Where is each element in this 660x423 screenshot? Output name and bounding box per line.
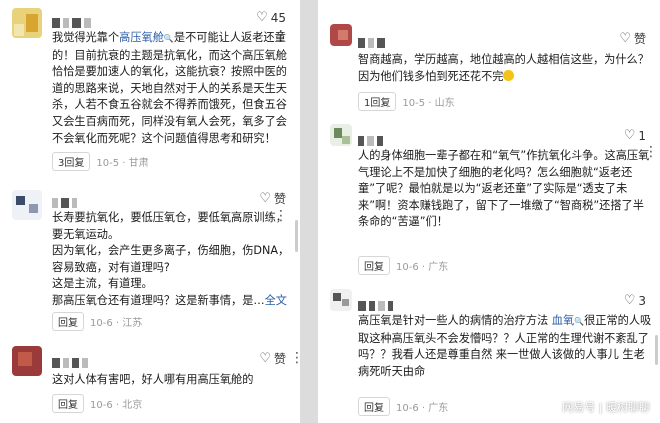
- watermark-text: 网易号 | 暖树聊聊: [562, 401, 650, 414]
- comment-item: ♡ 赞 智商越高，学历越高，地位越高的人越相信这些，为什么？因为他们钱多怕到死还花…: [318, 0, 660, 111]
- heart-icon: ♡: [256, 10, 268, 25]
- comment-text: 人的身体细胞一辈子都在和“氧气”作抗氧化斗争。这高压氧气理论上不是加快了细胞的老…: [358, 149, 650, 229]
- username-blurred[interactable]: [52, 12, 94, 28]
- comment-text: 这对人体有害吧，好人哪有用高压氧舱的: [52, 373, 254, 386]
- scrollbar[interactable]: [295, 220, 298, 252]
- avatar[interactable]: [12, 8, 42, 38]
- avatar[interactable]: [330, 24, 352, 46]
- avatar[interactable]: [330, 124, 352, 146]
- comment-meta: 回复 10-6 · 广东: [358, 397, 448, 416]
- comment-meta: 回复 10-6 · 江苏: [52, 312, 142, 331]
- time-location: 10-6 · 广东: [396, 403, 449, 414]
- comment-text: 智商越高，学历越高，地位越高的人越相信这些，为什么？因为他们钱多怕到死还花不完: [358, 52, 652, 85]
- more-dots-icon[interactable]: ⋮: [290, 350, 300, 366]
- keyword-link[interactable]: 高压氧舱: [119, 31, 164, 44]
- like-button[interactable]: ♡ 1: [624, 128, 646, 143]
- time-location: 10-6 · 广东: [396, 262, 449, 273]
- avatar[interactable]: [12, 190, 42, 220]
- comment-item: ♡ 1 ⋮ 人的身体细胞一辈子都在和“氧气”作抗氧化斗争。这高压氧气理论上不是加快…: [318, 120, 660, 280]
- like-button[interactable]: ♡ 3: [624, 293, 646, 308]
- comment-meta: 1回复 10-5 · 山东: [358, 92, 455, 111]
- time-location: 10-5 · 山东: [402, 98, 455, 109]
- comment-text: 高压氧是针对一些人的病情的治疗方法 血氧🔍很正常的人吸取这种高压氧头不会发懵吗？…: [358, 313, 652, 380]
- avatar[interactable]: [12, 346, 42, 376]
- username-blurred[interactable]: [52, 192, 80, 208]
- comment-text-part: 是不可能让人返老还童的！目前抗衰的主题是抗氧化，而这个高压氧舱恰恰是要加速人的氧…: [52, 31, 287, 145]
- comment-meta: 3回复 10-5 · 甘肃: [52, 152, 149, 171]
- heart-icon: ♡: [259, 191, 271, 206]
- heart-icon: ♡: [259, 351, 271, 366]
- like-label: 赞: [273, 352, 286, 366]
- heart-icon: ♡: [623, 128, 636, 143]
- username-blurred[interactable]: [358, 295, 396, 311]
- time-location: 10-5 · 甘肃: [96, 158, 149, 169]
- comment-item: ♡ 赞 ⋮ 这对人体有害吧，好人哪有用高压氧舱的 回复 10-6 · 北京: [0, 338, 300, 423]
- like-count: 45: [270, 10, 286, 25]
- reply-button[interactable]: 回复: [358, 397, 390, 416]
- reply-button[interactable]: 1回复: [358, 92, 397, 111]
- like-button[interactable]: ♡ 赞: [619, 30, 646, 47]
- like-button[interactable]: ♡ 赞: [259, 350, 286, 367]
- like-label: 赞: [633, 32, 646, 46]
- avatar[interactable]: [330, 289, 352, 311]
- like-count: 1: [638, 128, 646, 143]
- laugh-emoji-icon: [503, 69, 515, 81]
- reply-button[interactable]: 回复: [358, 256, 390, 275]
- keyword-link[interactable]: 血氧: [552, 314, 574, 327]
- reply-button[interactable]: 回复: [52, 394, 84, 413]
- time-location: 10-6 · 江苏: [90, 318, 143, 329]
- like-label: 赞: [273, 192, 286, 206]
- username-blurred[interactable]: [358, 130, 386, 146]
- watermark: 网易号 | 暖树聊聊: [562, 399, 650, 415]
- comment-text-part: 高压氧是针对一些人的病情的治疗方法: [358, 314, 552, 327]
- left-comment-panel: ♡ 45 ⋮ 我觉得光靠个高压氧舱🔍是不可能让人返老还童的！目前抗衰的主题是抗氧化…: [0, 0, 300, 423]
- comment-meta: 回复 10-6 · 北京: [52, 394, 142, 413]
- search-icon: 🔍: [163, 34, 174, 43]
- reply-button[interactable]: 3回复: [52, 152, 91, 171]
- expand-full-text-link[interactable]: 全文: [265, 294, 287, 307]
- username-blurred[interactable]: [358, 32, 388, 48]
- comment-text-part: 长寿要抗氧化，要低压氧仓，要低氧高原训练，要无氧运动。 因为氧化，会产生更多离子…: [52, 211, 290, 307]
- comment-text: 长寿要抗氧化，要低压氧仓，要低氧高原训练，要无氧运动。 因为氧化，会产生更多离子…: [52, 210, 292, 310]
- comment-text: 我觉得光靠个高压氧舱🔍是不可能让人返老还童的！目前抗衰的主题是抗氧化，而这个高压…: [52, 30, 292, 147]
- time-location: 10-6 · 北京: [90, 400, 143, 411]
- like-count: 3: [638, 293, 646, 308]
- reply-button[interactable]: 回复: [52, 312, 84, 331]
- comment-meta: 回复 10-6 · 广东: [358, 256, 448, 275]
- heart-icon: ♡: [619, 31, 631, 46]
- search-icon: 🔍: [574, 317, 585, 326]
- comment-text-part: 我觉得光靠个: [52, 31, 120, 44]
- heart-icon: ♡: [623, 293, 636, 308]
- like-button[interactable]: ♡ 赞: [259, 190, 286, 207]
- comment-item: ♡ 45 ⋮ 我觉得光靠个高压氧舱🔍是不可能让人返老还童的！目前抗衰的主题是抗氧化…: [0, 0, 300, 172]
- like-button[interactable]: ♡ 45: [256, 10, 286, 25]
- username-blurred[interactable]: [52, 352, 91, 368]
- comment-item: ♡ 赞 ⋮ 长寿要抗氧化，要低压氧仓，要低氧高原训练，要无氧运动。 因为氧化，会产…: [0, 180, 300, 331]
- scrollbar[interactable]: [655, 335, 658, 365]
- right-comment-panel: ♡ 赞 智商越高，学历越高，地位越高的人越相信这些，为什么？因为他们钱多怕到死还花…: [318, 0, 660, 423]
